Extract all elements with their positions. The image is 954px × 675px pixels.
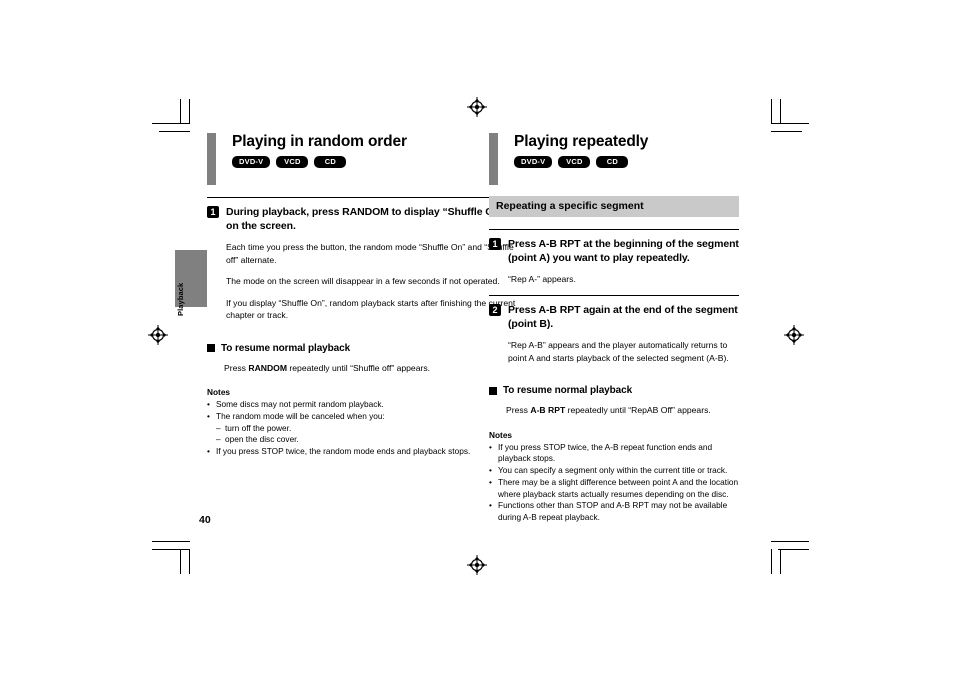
disc-badge-vcd: VCD [558, 155, 591, 169]
step: 2 Press A-B RPT again at the end of the … [489, 294, 739, 373]
step-body: Each time you press the button, the rand… [207, 241, 517, 321]
section-header-bar: Repeating a specific segment [489, 196, 739, 217]
disc-badges-right: DVD-V VCD CD [514, 155, 739, 169]
subsection-body-bold: A-B RPT [530, 405, 566, 416]
subsection-heading-text: To resume normal playback [221, 342, 351, 354]
step-number: 1 [489, 238, 501, 250]
disc-badges-left: DVD-V VCD CD [232, 155, 517, 169]
note-item: If you press STOP twice, the A-B repeat … [489, 442, 739, 466]
note-subitem: open the disc cover. [207, 434, 517, 446]
subsection-body-bold: RANDOM [248, 362, 288, 373]
subsection-body-suffix: repeatedly until “Shuffle off” appears. [287, 362, 431, 373]
subsection-heading-text: To resume normal playback [503, 385, 633, 397]
step-number: 1 [207, 206, 219, 218]
step-body: “Rep A-B” appears and the player automat… [489, 339, 739, 364]
left-steps: 1 During playback, press RANDOM to displ… [207, 197, 517, 331]
step-paragraph: The mode on the screen will disappear in… [226, 276, 500, 287]
note-item: Functions other than STOP and A-B RPT ma… [489, 500, 739, 524]
right-column: Playing repeatedly DVD-V VCD CD Repeatin… [489, 133, 739, 524]
subsection-heading-left: To resume normal playback [207, 343, 517, 354]
page-number: 40 [199, 514, 211, 526]
note-item: Some discs may not permit random playbac… [207, 399, 517, 411]
subsection-heading-right: To resume normal playback [489, 385, 739, 396]
right-steps: 1 Press A-B RPT at the beginning of the … [489, 229, 739, 373]
step-head: 1 Press A-B RPT at the beginning of the … [489, 237, 739, 265]
registration-mark-right [784, 325, 804, 345]
step-paragraph: If you display “Shuffle On”, random play… [226, 297, 516, 321]
notes-title: Notes [489, 429, 513, 440]
step-paragraph: Each time you press the button, the rand… [226, 242, 514, 265]
disc-badge-dvd-v: DVD-V [514, 155, 553, 169]
manual-page: Playback 40 Playing in random order DVD-… [0, 0, 954, 675]
step-head: 1 During playback, press RANDOM to displ… [207, 205, 517, 233]
page-title-right: Playing repeatedly [514, 133, 649, 150]
notes-right: Notes If you press STOP twice, the A-B r… [489, 430, 739, 524]
registration-mark-top [467, 97, 487, 117]
disc-badge-vcd: VCD [276, 155, 309, 169]
left-column: Playing in random order DVD-V VCD CD 1 D… [207, 133, 517, 458]
note-item: There may be a slight difference between… [489, 477, 739, 501]
step-body: “Rep A-” appears. [489, 273, 739, 285]
disc-badge-dvd-v: DVD-V [232, 155, 271, 169]
subsection-body-prefix: Press [506, 405, 531, 416]
title-accent-bar [489, 133, 498, 185]
step: 1 Press A-B RPT at the beginning of the … [489, 229, 739, 295]
step-title: Press A-B RPT at the beginning of the se… [508, 238, 739, 265]
right-title-block: Playing repeatedly DVD-V VCD CD [489, 133, 739, 185]
notes-title: Notes [207, 387, 231, 398]
square-bullet-icon [207, 344, 215, 353]
subsection-body-right: Press A-B RPT repeatedly until “RepAB Of… [489, 404, 739, 416]
step-number: 2 [489, 303, 501, 316]
title-accent-bar [207, 133, 216, 185]
note-item: If you press STOP twice, the random mode… [207, 446, 517, 458]
note-subitem: turn off the power. [207, 423, 517, 435]
square-bullet-icon [489, 386, 497, 395]
step-title: Press A-B RPT again at the end of the se… [508, 303, 738, 330]
registration-mark-bottom [467, 555, 487, 575]
disc-badge-cd: CD [314, 155, 347, 169]
step: 1 During playback, press RANDOM to displ… [207, 197, 517, 331]
subsection-body-suffix: repeatedly until “RepAB Off” appears. [565, 405, 711, 416]
page-title-left: Playing in random order [232, 133, 407, 150]
notes-left: Notes Some discs may not permit random p… [207, 387, 517, 458]
step-paragraph: “Rep A-B” appears and the player automat… [508, 340, 729, 363]
step-paragraph: “Rep A-” appears. [508, 274, 576, 285]
note-item: The random mode will be canceled when yo… [207, 411, 517, 423]
chapter-tab-label: Playback [176, 282, 185, 316]
step-title: During playback, press RANDOM to display… [226, 206, 505, 233]
note-item: You can specify a segment only within th… [489, 465, 739, 477]
disc-badge-cd: CD [596, 155, 629, 169]
registration-mark-left [148, 325, 168, 345]
left-title-block: Playing in random order DVD-V VCD CD [207, 133, 517, 185]
subsection-body-left: Press RANDOM repeatedly until “Shuffle o… [207, 362, 517, 374]
subsection-body-prefix: Press [224, 362, 249, 373]
step-head: 2 Press A-B RPT again at the end of the … [489, 303, 739, 331]
